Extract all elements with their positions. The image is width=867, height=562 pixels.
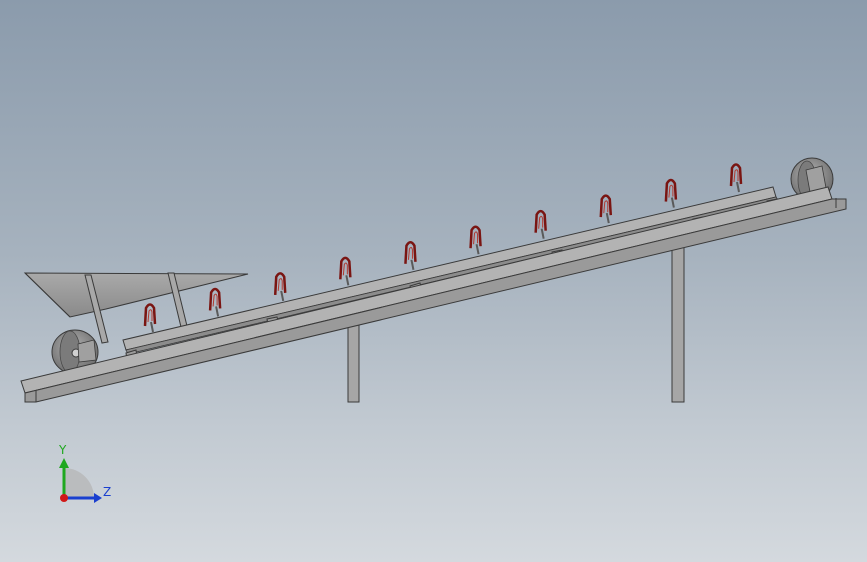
cleat [339, 256, 352, 286]
cleat [273, 272, 287, 302]
view-orientation-triad[interactable]: Y Z [40, 438, 120, 518]
triad-plane [64, 468, 94, 498]
cleat [729, 163, 743, 193]
cleat [404, 241, 417, 270]
z-axis-label: Z [103, 485, 111, 499]
conveyor-model[interactable] [0, 0, 867, 562]
cleat [599, 194, 613, 224]
cleat [208, 287, 222, 317]
cleat [664, 178, 678, 208]
3d-viewport[interactable]: Y Z [0, 0, 867, 562]
y-axis-label: Y [58, 443, 67, 457]
y-axis-arrow [59, 458, 69, 468]
z-axis-arrow [94, 493, 102, 503]
cleat [469, 225, 482, 255]
support-leg-left [347, 324, 360, 403]
x-axis-dot [60, 494, 68, 502]
support-leg-right [671, 246, 685, 403]
cleat [143, 303, 157, 333]
cleat [534, 209, 547, 239]
